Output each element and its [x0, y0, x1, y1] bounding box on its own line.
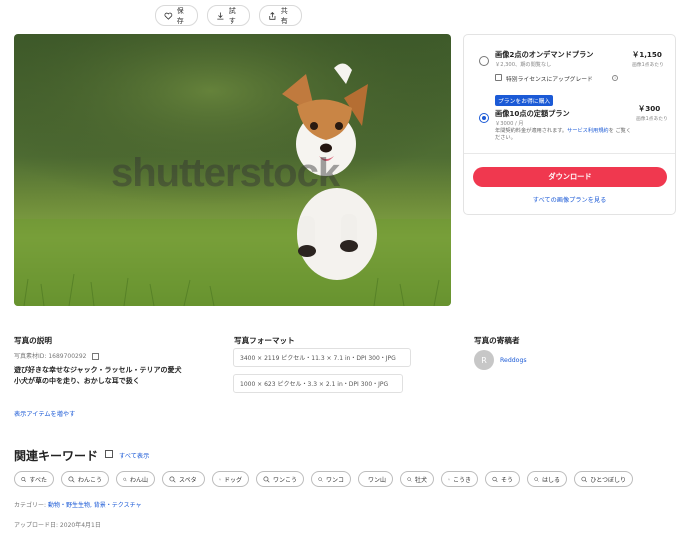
subscription-sub: ￥3000 / 月 [495, 121, 524, 127]
format-option-1[interactable]: 3400 × 2119 ピクセル・11.3 × 7.1 in・DPI 300・J… [233, 348, 411, 367]
terms-prefix: 年間契約料金が適用されます。 [495, 128, 568, 134]
main-photo[interactable]: shutterstock [14, 34, 451, 306]
search-icon [21, 476, 27, 482]
info-icon[interactable]: i [612, 75, 618, 81]
watermark-text: shutterstock [111, 151, 341, 195]
keyword-chip[interactable]: ドッグ [212, 471, 249, 487]
subscription-price-sub: 画像1点あたり [636, 117, 668, 122]
format-heading: 写真フォーマット [234, 336, 295, 345]
ondemand-sub: ￥2,300、期の閲覧なし [495, 62, 552, 68]
keyword-chip-label: はしる [541, 476, 560, 484]
ondemand-price-sub: 画像1点あたり [632, 63, 664, 68]
copy-keywords-icon[interactable] [105, 450, 113, 458]
share-button[interactable]: 共有 [259, 5, 302, 26]
extended-license-label[interactable]: 特別ライセンスにアップグレード [506, 74, 593, 83]
keyword-chip-label: ワンコ [325, 476, 344, 484]
plan-divider [464, 153, 675, 154]
best-value-badge: プランをお得に購入 [495, 95, 554, 106]
keyword-chip[interactable]: ひとつぼしり [574, 471, 633, 487]
description-line-2: 小犬が草の中を走り、おかしな耳で扱く [14, 377, 140, 385]
keyword-chip[interactable]: ワンコ [311, 471, 351, 487]
keyword-chip-label: こうき [452, 476, 471, 484]
description-heading: 写真の説明 [14, 336, 52, 345]
show-all-keywords-link[interactable]: すべて表示 [119, 451, 149, 460]
keywords-title: 関連キーワード [14, 449, 99, 463]
plan-selector: 画像2点のオンデマンドプラン ￥2,300、期の閲覧なし ￥1,150 画像1点… [463, 34, 676, 215]
search-icon [123, 477, 127, 481]
ondemand-title: 画像2点のオンデマンドプラン [495, 50, 594, 59]
avatar[interactable]: R [474, 350, 494, 370]
keyword-chip[interactable]: はしる [527, 471, 567, 487]
show-more-link[interactable]: 表示アイテムを増やす [14, 409, 75, 418]
search-icon [448, 478, 450, 480]
keyword-chip[interactable]: 牡犬 [400, 471, 434, 487]
keyword-chip-label: スペタ [179, 476, 197, 484]
keyword-chip-label: ひとつぼしり [590, 476, 626, 484]
category-value[interactable]: 動物・野生生物, 背景・テクスチャ [48, 502, 142, 509]
subscription-terms: 年間契約料金が適用されます。サービス利用規約を ご覧ください。 [495, 128, 633, 142]
search-icon [407, 476, 412, 482]
keyword-chip-label: ドッグ [223, 476, 242, 484]
contributor-name[interactable]: Reddogs [500, 357, 527, 364]
download-icon [217, 12, 224, 20]
try-label: 試す [228, 6, 236, 25]
description-text: 遊び好きな幸せなジャック・ラッセル・テリアの愛犬 小犬が草の中を走り、おかしな耳… [14, 365, 224, 387]
search-icon [68, 475, 75, 483]
keyword-chip-label: ワン山 [368, 476, 387, 484]
search-icon [534, 476, 539, 482]
ondemand-price: ￥1,150 [632, 50, 662, 59]
subscription-price: ￥300 [638, 104, 661, 113]
save-label: 保存 [176, 6, 184, 25]
search-icon [581, 476, 587, 482]
keyword-chip[interactable]: こうき [441, 471, 478, 487]
share-icon [269, 11, 276, 20]
keyword-chip[interactable]: ワン山 [358, 471, 393, 487]
category-label: カテゴリー: [14, 502, 47, 509]
keyword-chip-label: そう [500, 476, 513, 484]
keyword-chip-label: 牡犬 [414, 476, 427, 484]
heart-icon [164, 12, 173, 20]
share-label: 共有 [280, 6, 288, 25]
keyword-chip[interactable]: わんこう [61, 471, 109, 487]
search-icon [318, 476, 323, 482]
stock-id-text: 写真素材ID: 1689700292 [14, 353, 87, 360]
search-icon [169, 475, 176, 483]
keyword-chip-label: わん山 [129, 476, 148, 484]
category-line: カテゴリー: 動物・野生生物, 背景・テクスチャ [14, 500, 142, 509]
keyword-chip[interactable]: すべた [14, 471, 54, 487]
search-icon [492, 476, 498, 482]
search-icon [263, 475, 270, 483]
keyword-chip[interactable]: わん山 [116, 471, 155, 487]
subscription-title: 画像10点の定額プラン [495, 109, 570, 118]
description-line-1: 遊び好きな幸せなジャック・ラッセル・テリアの愛犬 [14, 366, 182, 374]
extended-license-checkbox[interactable] [495, 74, 502, 81]
contributor-heading: 写真の寄稿者 [474, 336, 520, 345]
keyword-chip[interactable]: スペタ [162, 471, 205, 487]
format-option-2[interactable]: 1000 × 623 ピクセル・3.3 × 2.1 in・DPI 300・JPG [233, 374, 403, 393]
terms-link[interactable]: サービス利用規約 [567, 128, 609, 134]
try-button[interactable]: 試す [207, 5, 250, 26]
keyword-chip-label: ワンこう [272, 476, 297, 484]
subscription-radio[interactable] [479, 113, 489, 123]
upload-date: アップロード日: 2020年4月1日 [14, 522, 101, 529]
keyword-chip[interactable]: ワンこう [256, 471, 304, 487]
ondemand-radio[interactable] [479, 56, 489, 66]
save-button[interactable]: 保存 [155, 5, 198, 26]
all-plans-link[interactable]: すべての画像プランを見る [464, 195, 675, 204]
stock-id: 写真素材ID: 1689700292 [14, 351, 100, 360]
keyword-chip[interactable]: そう [485, 471, 520, 487]
download-button[interactable]: ダウンロード [473, 167, 667, 187]
keyword-chip-label: すべた [29, 476, 47, 484]
keyword-chip-label: わんこう [77, 476, 102, 484]
search-icon [219, 478, 221, 480]
copy-icon[interactable] [92, 353, 100, 360]
